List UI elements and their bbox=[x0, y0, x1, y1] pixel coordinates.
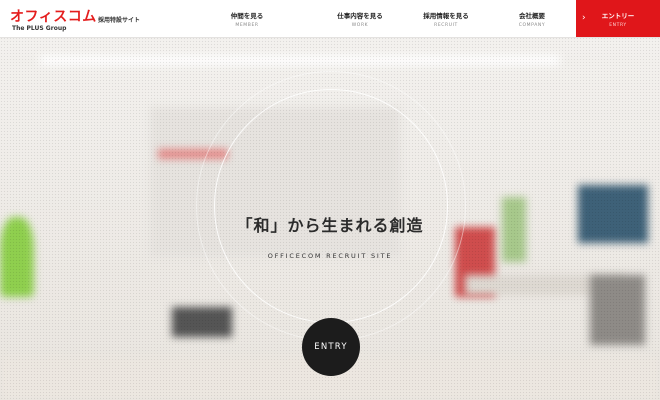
hero-subtitle: OFFICECOM RECRUIT SITE bbox=[267, 252, 393, 260]
nav-item-sublabel: COMPANY bbox=[518, 23, 546, 28]
nav-item-recruit[interactable]: 採用情報を見る RECRUIT bbox=[406, 0, 486, 37]
hero-title: 「和」から生まれる創造 bbox=[236, 216, 424, 235]
nav-item-label: 採用情報を見る bbox=[423, 12, 469, 20]
site-header: オフィスコム The PLUS Group 採用特設サイト 仲間を見る MEMB… bbox=[0, 0, 660, 37]
logo-subtext: The PLUS Group bbox=[12, 25, 67, 32]
entry-tab-button[interactable]: › エントリー ENTRY bbox=[576, 0, 660, 37]
entry-tab-sublabel: ENTRY bbox=[609, 23, 627, 28]
nav-item-sublabel: RECRUIT bbox=[434, 23, 458, 28]
logo-text: オフィスコム bbox=[10, 9, 97, 25]
nav-item-label: 会社概要 bbox=[519, 12, 545, 20]
decorative-ring-outer bbox=[196, 71, 466, 341]
chevron-right-icon: › bbox=[582, 13, 586, 23]
nav-item-work[interactable]: 仕事内容を見る WORK bbox=[320, 0, 400, 37]
nav-item-company[interactable]: 会社概要 COMPANY bbox=[492, 0, 572, 37]
hero-section: 「和」から生まれる創造 OFFICECOM RECRUIT SITE ENTRY bbox=[0, 37, 660, 400]
nav-item-sublabel: MEMBER bbox=[235, 23, 259, 28]
nav-item-sublabel: WORK bbox=[351, 23, 369, 28]
nav-item-member[interactable]: 仲間を見る MEMBER bbox=[207, 0, 287, 37]
entry-tab-label: エントリー bbox=[601, 12, 635, 20]
entry-button[interactable]: ENTRY bbox=[302, 318, 360, 376]
company-logo[interactable]: オフィスコム The PLUS Group bbox=[10, 6, 97, 32]
site-label: 採用特設サイト bbox=[98, 17, 141, 24]
nav-item-label: 仕事内容を見る bbox=[337, 12, 383, 20]
nav-item-label: 仲間を見る bbox=[230, 12, 264, 20]
